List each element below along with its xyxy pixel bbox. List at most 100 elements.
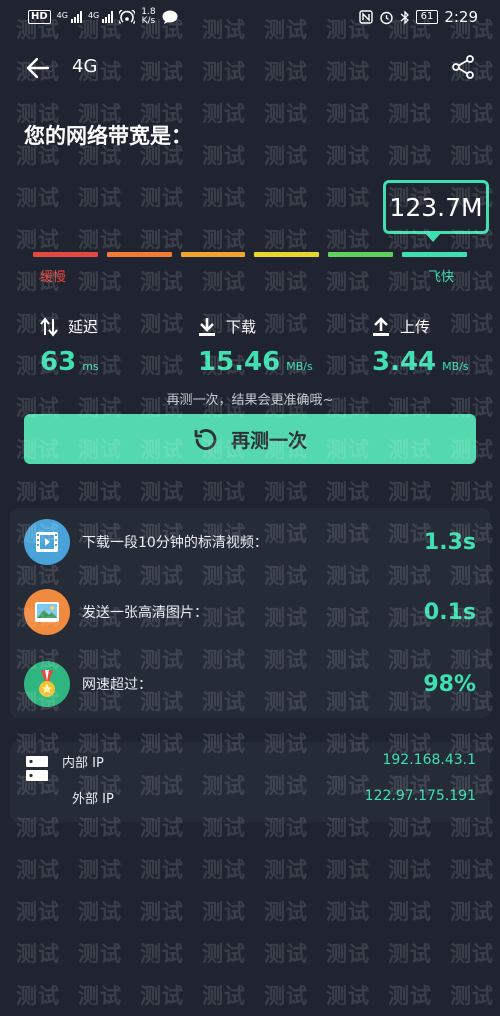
latency-stat: 延迟 63 ms (40, 316, 190, 377)
refresh-icon (194, 429, 217, 450)
retest-hint: 再测一次，结果会更准确哦~ (166, 393, 334, 408)
watermark-text: 测试 (78, 228, 122, 252)
watermark-text: 测试 (78, 270, 122, 294)
video-icon (36, 532, 58, 552)
rank-label: 网速超过： (82, 677, 152, 693)
watermark-text: 测试 (388, 900, 432, 924)
video-estimate-label: 下载一段10分钟的标清视频： (82, 535, 268, 551)
external-ip-row: 外部 IP 122.97.175.191 (10, 788, 490, 812)
signal-icon: 4G (57, 11, 82, 23)
upload-icon (373, 316, 389, 336)
watermark-text: 测试 (202, 186, 246, 210)
watermark-text: 测试 (450, 942, 494, 966)
watermark-text: 测试 (326, 858, 370, 882)
watermark-text: 测试 (78, 942, 122, 966)
image-estimate-value: 0.1s (423, 599, 476, 625)
speed-scale-segment (402, 252, 467, 257)
medal-icon (39, 670, 55, 697)
watermark-text: 测试 (202, 228, 246, 252)
upload-value: 3.44 (372, 347, 437, 377)
watermark-text: 测试 (202, 102, 246, 126)
hotspot-icon (119, 10, 136, 24)
watermark-text: 测试 (388, 942, 432, 966)
watermark-text: 测试 (450, 984, 494, 1008)
latency-unit: ms (82, 360, 99, 373)
internal-ip-value: 192.168.43.1 (382, 752, 476, 768)
watermark-text: 测试 (264, 102, 308, 126)
download-icon (199, 317, 215, 336)
internal-ip-row: 内部 IP 192.168.43.1 (10, 752, 490, 776)
alarm-icon (379, 11, 393, 24)
watermark-text: 测试 (450, 144, 494, 168)
back-arrow-icon[interactable] (24, 54, 52, 82)
speed-scale-segment (254, 252, 320, 257)
image-icon-circle (24, 589, 70, 635)
watermark-text: 测试 (140, 984, 184, 1008)
watermark-text: 测试 (326, 942, 370, 966)
watermark-text: 测试 (140, 228, 184, 252)
hd-badge: HD (28, 10, 51, 24)
watermark-text: 测试 (326, 900, 370, 924)
page-title: 4G (72, 56, 98, 77)
latency-value: 63 (40, 347, 77, 377)
watermark-text: 测试 (16, 186, 60, 210)
watermark-text: 测试 (202, 270, 246, 294)
speed-scale-segment (328, 252, 394, 257)
watermark-text: 测试 (450, 270, 494, 294)
watermark-text: 测试 (140, 942, 184, 966)
watermark-text: 测试 (264, 942, 308, 966)
watermark-text: 测试 (78, 900, 122, 924)
watermark-text: 测试 (264, 144, 308, 168)
download-stat: 下载 15.46 MB/s (198, 316, 348, 377)
share-icon[interactable] (450, 54, 476, 80)
video-icon-circle (24, 519, 70, 565)
retest-label: 再测一次 (230, 429, 307, 452)
watermark-text: 测试 (326, 228, 370, 252)
external-ip-value: 122.97.175.191 (364, 788, 476, 804)
retest-button[interactable]: 再测一次 (24, 414, 476, 464)
image-icon (35, 602, 59, 622)
watermark-text: 测试 (202, 984, 246, 1008)
watermark-text: 测试 (78, 858, 122, 882)
watermark-text: 测试 (388, 984, 432, 1008)
watermark-text: 测试 (264, 228, 308, 252)
fast-label: 飞快 (428, 270, 455, 285)
watermark-text: 测试 (264, 984, 308, 1008)
video-estimate-value: 1.3s (423, 529, 476, 555)
watermark-text: 测试 (202, 144, 246, 168)
speed-scale-segment (33, 252, 98, 257)
medal-icon-circle (24, 661, 70, 707)
watermark-text: 测试 (326, 270, 370, 294)
watermark-text: 测试 (78, 984, 122, 1008)
battery-icon: 61 (415, 10, 439, 24)
nfc-icon (358, 10, 373, 24)
watermark-text: 测试 (264, 186, 308, 210)
image-estimate-row: 发送一张高清图片： 0.1s (24, 588, 476, 636)
watermark-text: 测试 (16, 984, 60, 1008)
external-ip-label: 外部 IP (72, 792, 114, 807)
bubble-pointer (425, 233, 441, 242)
watermark-text: 测试 (140, 900, 184, 924)
watermark-text: 测试 (140, 270, 184, 294)
ip-card: 内部 IP 192.168.43.1 外部 IP 122.97.175.191 (10, 742, 490, 822)
watermark-text: 测试 (450, 102, 494, 126)
bandwidth-value: 123.7M (386, 183, 486, 231)
network-speed: 1.8 K/s (141, 7, 156, 26)
watermark-text: 测试 (16, 900, 60, 924)
watermark-text: 测试 (140, 186, 184, 210)
watermark-text: 测试 (264, 900, 308, 924)
message-icon (162, 10, 178, 24)
bandwidth-heading: 您的网络带宽是： (24, 124, 192, 148)
watermark-text: 测试 (388, 102, 432, 126)
upload-unit: MB/s (442, 360, 469, 373)
speed-scale-segment (106, 252, 172, 257)
status-bar: HD 4G 4G 1.8 K/s 61 2:29 (0, 0, 500, 34)
watermark-text: 测试 (326, 144, 370, 168)
rank-value: 98% (423, 671, 476, 697)
watermark-text: 测试 (16, 228, 60, 252)
video-estimate-row: 下载一段10分钟的标清视频： 1.3s (24, 518, 476, 566)
latency-arrows-icon (40, 316, 58, 337)
watermark-text: 测试 (78, 186, 122, 210)
watermark-text: 测试 (264, 270, 308, 294)
signal-icon-2: 4G (88, 11, 114, 23)
